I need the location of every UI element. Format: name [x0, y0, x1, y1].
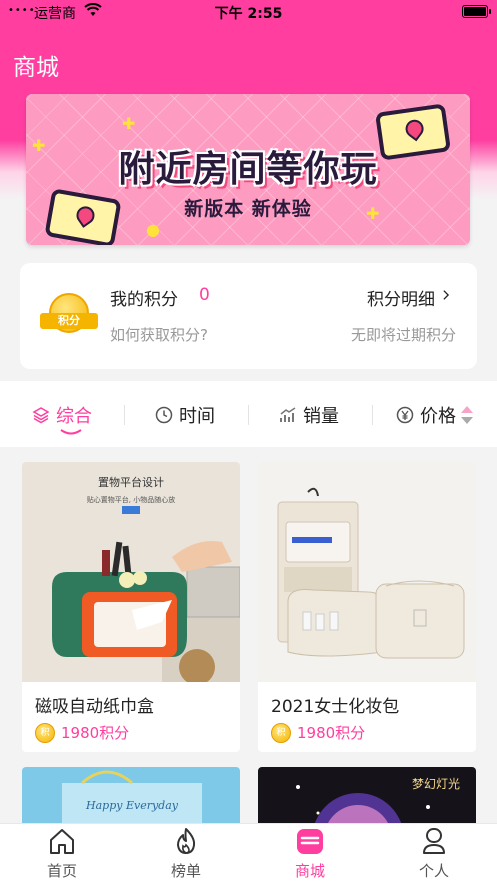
banner-title: 附近房间等你玩 — [118, 149, 378, 190]
sparkle-icon: ● — [146, 220, 160, 239]
tab-profile-label: 个人 — [418, 862, 449, 880]
tab-ranking-label: 榜单 — [170, 862, 201, 880]
coin-icon: 积 — [35, 722, 55, 743]
product-price: 积 1980积分 — [35, 722, 129, 743]
tab-shop-label: 商城 — [294, 862, 325, 880]
my-points-value: 0 — [199, 285, 210, 305]
sort-time[interactable]: 时间 — [155, 402, 215, 428]
product-name: 2021女士化妆包 — [271, 697, 400, 717]
how-to-earn-link[interactable]: 如何获取积分? — [110, 324, 208, 345]
shop-icon — [297, 829, 323, 854]
sparkle-icon: ✚ — [122, 114, 136, 133]
product-card[interactable]: 置物平台设计 贴心置物平台, 小物品随心放 磁吸自动纸巾盒 积 1980积分 — [22, 462, 240, 752]
product-image: Happy Everyday — [22, 767, 240, 827]
points-badge-label: 积分 — [40, 313, 98, 329]
location-pin-icon — [401, 116, 428, 142]
divider — [124, 405, 125, 425]
product-image: 梦幻灯光 — [258, 767, 476, 827]
sort-sales-label: 销量 — [303, 406, 339, 427]
product-name: 磁吸自动纸巾盒 — [35, 697, 154, 717]
points-detail-link[interactable]: 积分明细 — [367, 285, 451, 310]
tab-ranking[interactable]: 榜单 — [124, 824, 248, 883]
product-image: 置物平台设计 贴心置物平台, 小物品随心放 — [22, 462, 240, 682]
banner-subtitle: 新版本 新体验 — [184, 198, 312, 220]
product-card[interactable]: 梦幻灯光 — [258, 767, 476, 827]
product-image-caption: Happy Everyday — [85, 799, 179, 812]
points-card: 积分 我的积分 0 如何获取积分? 积分明细 无即将过期积分 — [20, 263, 477, 369]
my-points-label: 我的积分 — [110, 290, 178, 310]
expiring-points-note: 无即将过期积分 — [350, 326, 456, 344]
sort-comprehensive-label: 综合 — [56, 406, 92, 427]
home-icon — [50, 829, 74, 854]
product-price-value: 1980积分 — [297, 724, 366, 742]
tab-home-label: 首页 — [46, 862, 77, 880]
product-image-caption: 梦幻灯光 — [412, 777, 460, 791]
page-title: 商城 — [13, 55, 59, 81]
tab-shop[interactable]: 商城 — [248, 824, 372, 883]
sort-sales[interactable]: 销量 — [279, 402, 339, 428]
promo-banner[interactable]: ✚ ✚ ✚ ● 附近房间等你玩 新版本 新体验 — [26, 94, 470, 245]
clock-icon — [155, 406, 173, 424]
sort-price[interactable]: 价格 — [396, 402, 456, 428]
product-image — [258, 462, 476, 682]
product-image-subcaption: 贴心置物平台, 小物品随心放 — [87, 495, 175, 504]
sort-comprehensive[interactable]: 综合 — [32, 402, 92, 428]
sort-time-label: 时间 — [179, 406, 215, 427]
chevron-right-icon — [443, 290, 450, 300]
divider — [248, 405, 249, 425]
product-price: 积 1980积分 — [271, 722, 365, 743]
sort-order-icon[interactable] — [460, 404, 474, 426]
coin-icon: 积 — [271, 722, 291, 743]
trend-icon — [280, 407, 296, 422]
product-card[interactable]: Happy Everyday — [22, 767, 240, 827]
flame-icon — [177, 828, 196, 854]
product-card[interactable]: 2021女士化妆包 积 1980积分 — [258, 462, 476, 752]
battery-icon — [462, 5, 491, 18]
tab-profile[interactable]: 个人 — [372, 824, 496, 883]
sort-price-label: 价格 — [420, 406, 456, 427]
person-icon — [423, 828, 445, 854]
product-image-caption: 置物平台设计 — [98, 475, 164, 489]
status-bar: •••• 运营商 下午 2:55 — [0, 0, 497, 24]
points-badge-icon: 积分 — [40, 291, 98, 343]
product-price-value: 1980积分 — [61, 724, 130, 742]
yen-icon — [396, 406, 414, 424]
tab-home[interactable]: 首页 — [0, 824, 124, 883]
points-detail-label: 积分明细 — [367, 290, 435, 310]
tab-bar: 首页 榜单 商城 个人 — [0, 823, 497, 883]
clock: 下午 2:55 — [214, 6, 283, 22]
divider — [372, 405, 373, 425]
active-tab-indicator — [60, 429, 82, 435]
layers-icon — [32, 407, 50, 424]
sort-bar: 综合 时间 销量 价格 — [0, 381, 497, 447]
